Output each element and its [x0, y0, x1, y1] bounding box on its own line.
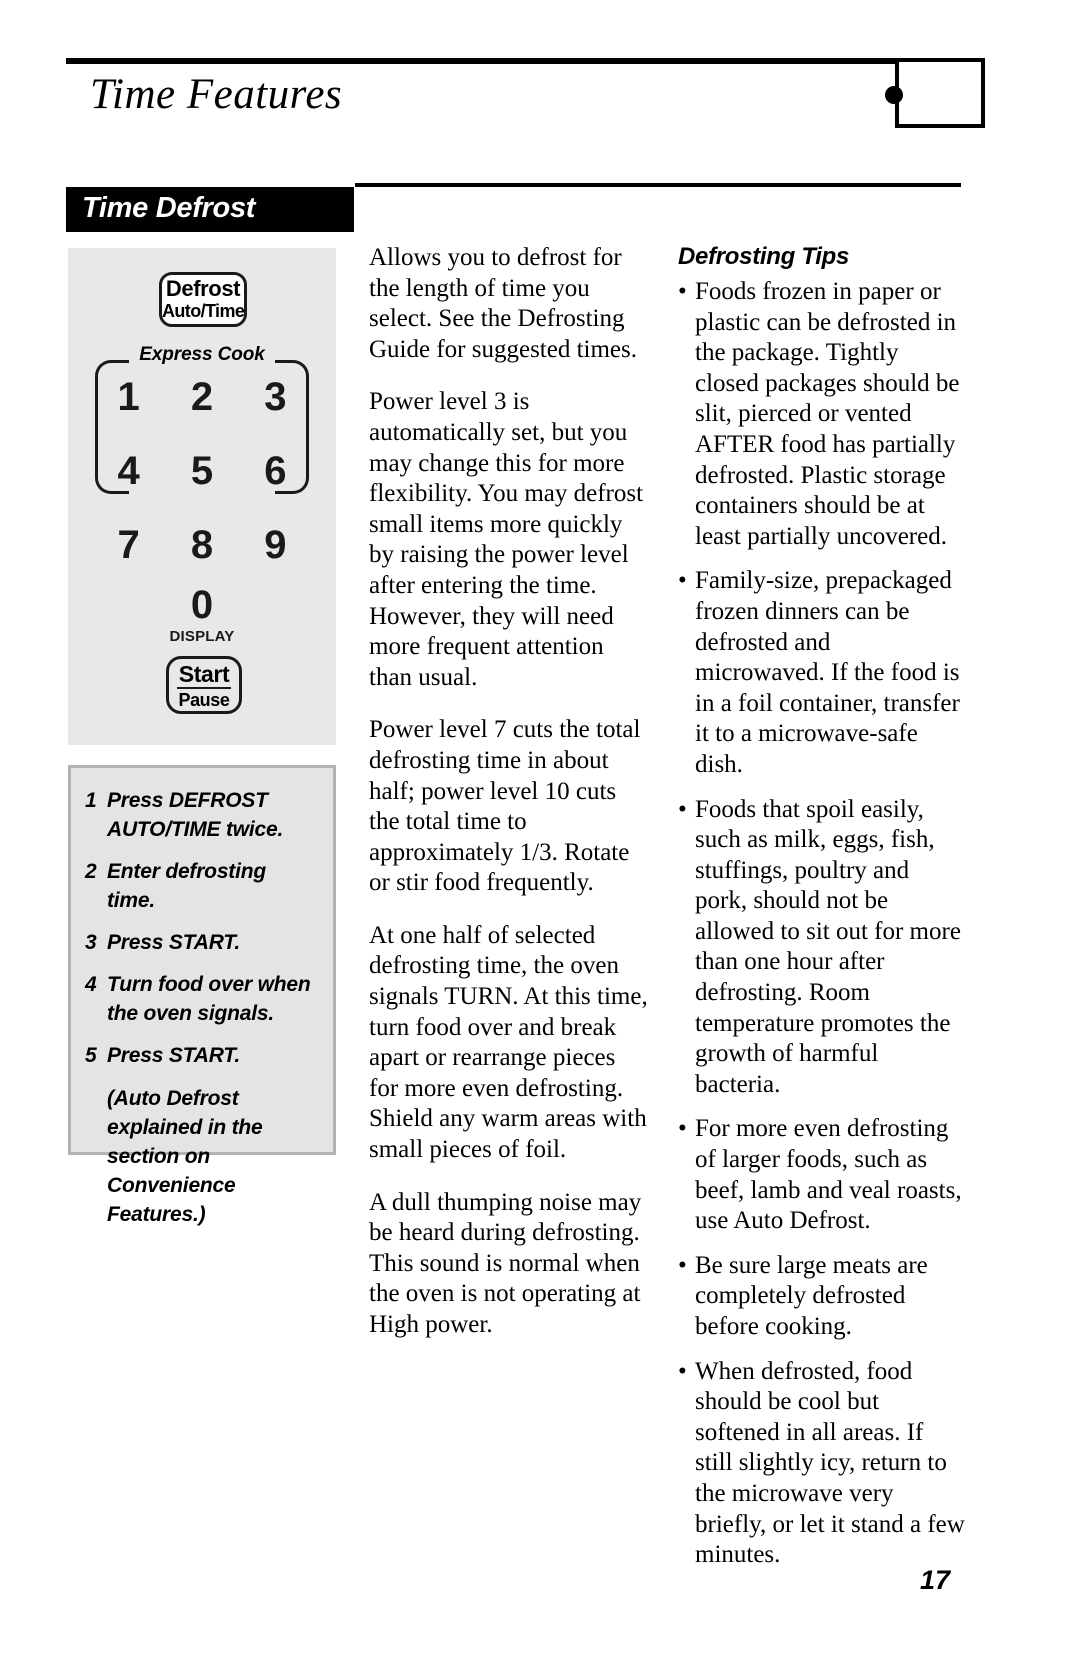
paragraph: Power level 7 cuts the total defrosting … — [369, 716, 641, 897]
section-rule — [355, 183, 961, 187]
paragraph: A dull thumping noise may be heard durin… — [369, 1188, 642, 1338]
step-number: 3 — [85, 931, 97, 954]
step-item: 3 Press START. — [85, 928, 319, 957]
page-title: Time Features — [90, 71, 343, 118]
tip-text: Be sure large meats are completely defro… — [695, 1251, 928, 1340]
tip-item: • Family-size, prepackaged frozen dinner… — [678, 566, 966, 780]
step-text: Press DEFROST AUTO/TIME twice. — [107, 789, 284, 841]
tip-text: When defrosted, food should be cool but … — [695, 1357, 965, 1569]
key-9[interactable]: 9 — [239, 525, 312, 565]
step-text: Enter defrosting time. — [107, 860, 266, 912]
steps-note: (Auto Defrost explained in the section o… — [107, 1087, 263, 1226]
key-8[interactable]: 8 — [165, 525, 238, 565]
key-6[interactable]: 6 — [239, 451, 312, 491]
keypad-row: 7 8 9 — [92, 508, 312, 582]
section-title: Time Defrost — [82, 192, 256, 224]
tip-text: Foods frozen in paper or plastic can be … — [695, 278, 960, 550]
tip-item: • For more even defrosting of larger foo… — [678, 1114, 966, 1236]
pause-button-label: Pause — [178, 690, 230, 710]
bullet-icon: • — [678, 278, 687, 305]
tip-text: Foods that spoil easily, such as milk, e… — [695, 795, 961, 1098]
bullet-icon: • — [678, 567, 687, 595]
step-item: 2 Enter defrosting time. — [85, 857, 319, 915]
tip-item: • Foods that spoil easily, such as milk,… — [678, 795, 966, 1101]
start-button-label: Start — [176, 661, 232, 689]
defrost-auto-time-button[interactable]: Defrost Auto/Time — [159, 272, 247, 327]
bullet-icon: • — [678, 1357, 687, 1385]
bullet-icon: • — [678, 1115, 687, 1143]
tip-text: For more even defrosting of larger foods… — [695, 1115, 962, 1235]
control-panel-illustration: Defrost Auto/Time Express Cook 1 2 3 4 5… — [68, 248, 336, 745]
defrost-button-label-line2: Auto/Time — [162, 301, 245, 321]
step-number: 5 — [85, 1044, 97, 1067]
tip-item: • Foods frozen in paper or plastic can b… — [678, 277, 966, 552]
bullet-icon: • — [678, 795, 687, 823]
step-number: 4 — [85, 973, 97, 996]
step-number: 2 — [85, 860, 97, 883]
key-2[interactable]: 2 — [165, 377, 238, 417]
logo-dot-icon — [885, 86, 903, 104]
step-text: Press START. — [107, 1044, 240, 1067]
paragraph: Allows you to defrost for the length of … — [369, 244, 638, 363]
bullet-icon: • — [678, 1251, 687, 1279]
key-4[interactable]: 4 — [92, 451, 165, 491]
step-item: 4 Turn food over when the oven signals. — [85, 970, 319, 1028]
paragraph: At one half of selected defrosting time,… — [369, 921, 648, 1164]
middle-text-column: Allows you to defrost for the length of … — [369, 243, 649, 1363]
step-number: 1 — [85, 789, 97, 812]
defrosting-tips-column: Defrosting Tips • Foods frozen in paper … — [678, 243, 966, 1585]
step-text: Press START. — [107, 931, 240, 954]
key-5[interactable]: 5 — [165, 451, 238, 491]
paragraph: Power level 3 is automatically set, but … — [369, 388, 644, 691]
header-rule — [66, 58, 961, 64]
display-label: DISPLAY — [169, 628, 235, 645]
step-text: Turn food over when the oven signals. — [107, 973, 311, 1025]
keypad-row: 4 5 6 — [92, 434, 312, 508]
tip-item: • Be sure large meats are completely def… — [678, 1251, 966, 1343]
ge-logo-box — [895, 58, 985, 128]
steps-box: 1 Press DEFROST AUTO/TIME twice. 2 Enter… — [68, 765, 336, 1226]
keypad-row: 1 2 3 — [92, 360, 312, 434]
key-1[interactable]: 1 — [92, 377, 165, 417]
start-pause-button[interactable]: Start Pause — [166, 656, 242, 714]
manual-page: Time Features Time Defrost Defrost Auto/… — [0, 0, 1080, 1669]
defrost-button-label-line1: Defrost — [165, 276, 241, 301]
key-3[interactable]: 3 — [239, 377, 312, 417]
tip-item: • When defrosted, food should be cool bu… — [678, 1357, 966, 1571]
number-keypad: 1 2 3 4 5 6 7 8 9 — [92, 360, 312, 582]
step-item: 1 Press DEFROST AUTO/TIME twice. — [85, 786, 319, 844]
key-0[interactable]: 0 — [68, 584, 336, 626]
tip-text: Family-size, prepackaged frozen dinners … — [695, 567, 960, 778]
section-header-bar: Time Defrost — [66, 187, 354, 232]
step-item: 5 Press START. — [85, 1041, 319, 1070]
defrosting-tips-heading: Defrosting Tips — [678, 243, 850, 270]
page-number: 17 — [920, 1565, 951, 1595]
key-7[interactable]: 7 — [92, 525, 165, 565]
